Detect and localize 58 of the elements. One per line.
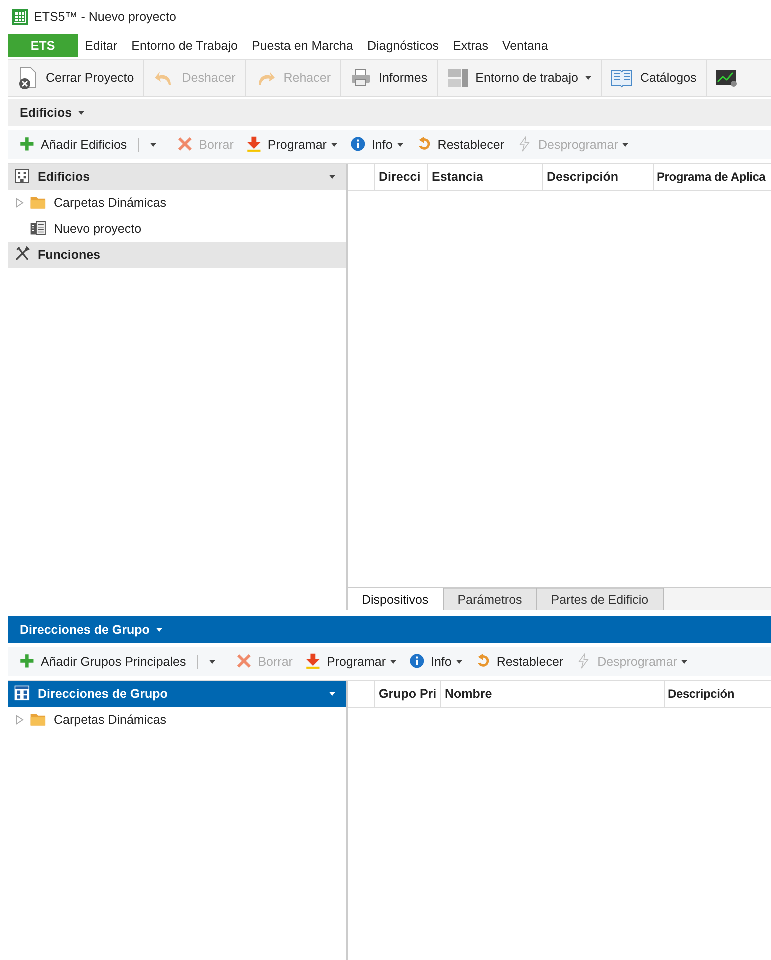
building-icon — [14, 168, 32, 186]
tree-item[interactable]: Carpetas Dinámicas — [8, 707, 346, 733]
caret-icon[interactable] — [329, 692, 336, 696]
column-header[interactable]: Nombre — [441, 681, 665, 707]
tree-section-header[interactable]: Edificios — [8, 164, 346, 190]
caret-icon[interactable] — [396, 142, 404, 146]
tree-item[interactable]: Nuevo proyecto — [8, 216, 346, 242]
action-button[interactable]: Programar — [240, 130, 343, 159]
info-icon — [409, 652, 427, 670]
tree-section-header[interactable]: Direcciones de Grupo — [8, 681, 346, 707]
layout-panels-icon — [446, 67, 469, 89]
action-button[interactable]: Restablecer — [470, 647, 569, 676]
column-header[interactable]: Descripción — [543, 164, 654, 190]
tree-section-header[interactable]: Funciones — [8, 242, 346, 268]
action-button[interactable]: Programar — [300, 647, 402, 676]
caret-icon[interactable] — [209, 660, 216, 664]
tab[interactable]: Dispositivos — [348, 588, 444, 610]
column-header[interactable]: Estancia — [428, 164, 543, 190]
action-button[interactable]: Restablecer — [410, 130, 510, 159]
action-button[interactable]: Info — [344, 130, 409, 159]
action-button[interactable]: Añadir Edificios — [14, 130, 132, 159]
panel-title[interactable]: Direcciones de Grupo — [20, 622, 150, 636]
caret-icon[interactable] — [150, 142, 158, 146]
info-icon — [350, 136, 368, 154]
caret-icon[interactable] — [456, 660, 463, 664]
window-title: ETS5™ - Nuevo proyecto — [34, 10, 176, 24]
caret-icon[interactable] — [156, 628, 163, 632]
caret-icon[interactable] — [390, 660, 397, 664]
toolbar-button[interactable]: Entorno de trabajo — [438, 60, 602, 96]
building-document-icon — [30, 220, 48, 238]
monitor-chart-icon — [714, 67, 737, 89]
action-button[interactable]: Info — [404, 647, 468, 676]
toolbar-button[interactable]: Cerrar Proyecto — [8, 60, 144, 96]
tab[interactable]: Partes de Edificio — [537, 588, 664, 610]
toolbar-button[interactable]: Catálogos — [602, 60, 707, 96]
column-header[interactable]: Grupo Pri — [375, 681, 441, 707]
panel-title[interactable]: Edificios — [20, 106, 72, 120]
caret-icon[interactable] — [585, 76, 592, 80]
column-header[interactable]: Programa de Aplica — [654, 164, 771, 190]
app-logo-icon — [12, 9, 28, 25]
menu-item[interactable]: Puesta en Marcha — [244, 34, 360, 57]
action-button[interactable]: Añadir Grupos Principales — [14, 647, 192, 676]
menu-item[interactable]: Editar — [78, 34, 125, 57]
menu-item[interactable]: Extras — [446, 34, 496, 57]
column-header[interactable]: Direcci — [375, 164, 428, 190]
caret-icon[interactable] — [330, 142, 338, 146]
tab[interactable]: Parámetros — [444, 588, 538, 610]
document-close-icon — [17, 67, 39, 89]
caret-icon[interactable] — [78, 110, 86, 114]
grid-icon — [14, 685, 32, 703]
column-header[interactable]: Descripción — [665, 681, 771, 707]
tree-item[interactable]: Carpetas Dinámicas — [8, 190, 346, 216]
menu-item[interactable]: Diagnósticos — [360, 34, 446, 57]
menu-item[interactable]: Ventana — [495, 34, 556, 57]
caret-icon[interactable] — [329, 175, 336, 179]
toolbar-button[interactable]: Informes — [340, 60, 438, 96]
printer-icon — [350, 67, 372, 89]
menu-item[interactable]: Entorno de Trabajo — [124, 34, 245, 57]
